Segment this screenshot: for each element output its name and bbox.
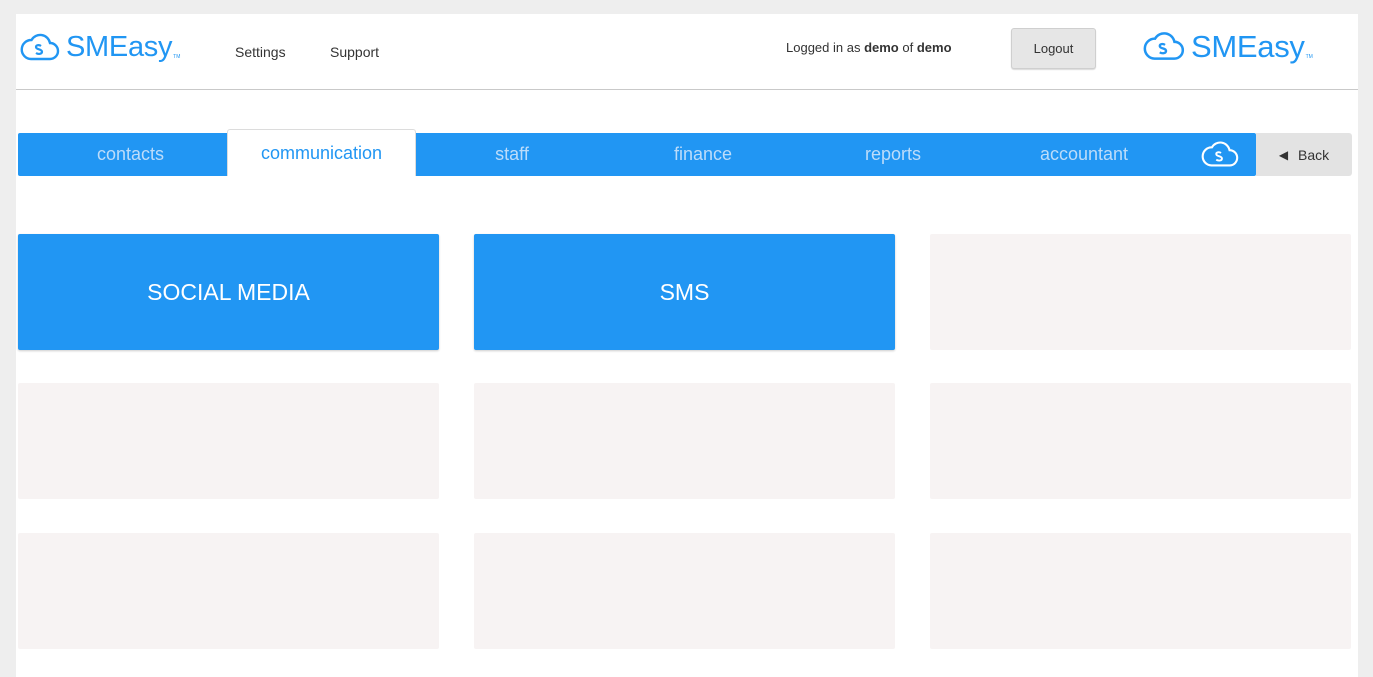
tab-accountant[interactable]: accountant — [988, 133, 1180, 176]
login-prefix: Logged in as — [786, 40, 861, 55]
app-page: SMEasy TM Settings Support Logged in as … — [16, 14, 1358, 677]
brand-logo[interactable]: SMEasy TM — [20, 32, 180, 62]
empty-tile — [930, 533, 1351, 649]
empty-tile — [930, 383, 1351, 499]
top-header: SMEasy TM Settings Support Logged in as … — [16, 14, 1358, 90]
back-label: Back — [1298, 146, 1330, 163]
cloud-s-icon — [1143, 32, 1184, 60]
empty-tile — [18, 383, 439, 499]
cloud-s-icon[interactable] — [1201, 139, 1241, 169]
empty-tile — [18, 533, 439, 649]
brand-logo-right: SMEasy TM — [1143, 30, 1313, 62]
sms-tile[interactable]: SMS — [474, 234, 895, 350]
logout-button[interactable]: Logout — [1011, 28, 1096, 69]
brand-name-right: SMEasy — [1191, 29, 1305, 64]
empty-tile — [930, 234, 1351, 350]
login-of: of — [902, 40, 914, 55]
tab-staff[interactable]: staff — [416, 133, 608, 176]
tab-finance[interactable]: finance — [608, 133, 798, 176]
tab-contacts[interactable]: contacts — [18, 133, 243, 176]
login-user: demo — [864, 40, 899, 55]
login-status: Logged in as demo of demo — [786, 40, 952, 55]
main-tabs: contacts communication staff finance rep… — [18, 129, 1256, 176]
empty-tile — [474, 383, 895, 499]
triangle-left-icon: ◀ — [1278, 147, 1289, 162]
settings-link[interactable]: Settings — [235, 44, 286, 60]
login-org: demo — [916, 40, 952, 55]
trademark-mark-right: TM — [1305, 54, 1313, 60]
empty-tile — [474, 533, 895, 649]
trademark-mark: TM — [173, 54, 181, 60]
tab-communication[interactable]: communication — [227, 129, 416, 176]
social-media-tile[interactable]: SOCIAL MEDIA — [18, 234, 439, 350]
back-button[interactable]: ◀ Back — [1256, 133, 1352, 176]
cloud-s-icon — [20, 33, 60, 61]
support-link[interactable]: Support — [330, 44, 379, 60]
brand-name: SMEasy — [66, 31, 173, 63]
tab-reports[interactable]: reports — [798, 133, 988, 176]
